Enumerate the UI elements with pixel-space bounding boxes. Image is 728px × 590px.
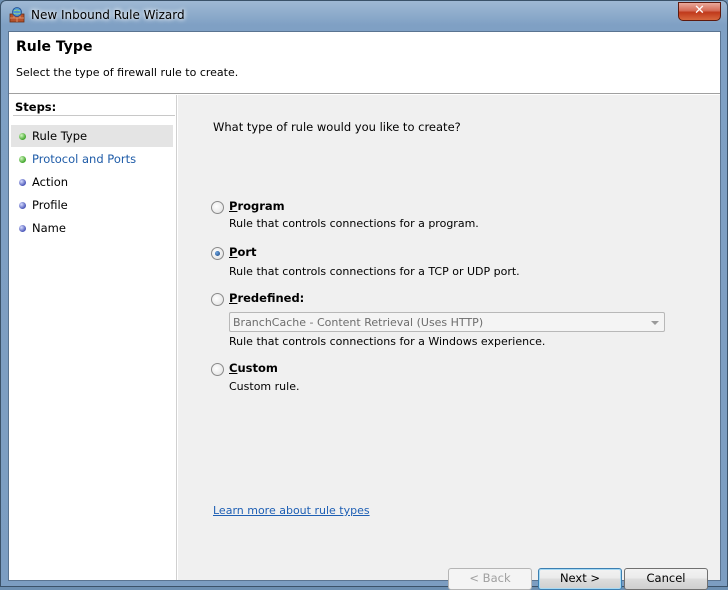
step-protocol-and-ports[interactable]: Protocol and Ports: [11, 148, 173, 170]
predefined-option-label[interactable]: Predefined:: [229, 291, 304, 305]
port-description: Rule that controls connections for a TCP…: [229, 265, 520, 278]
wizard-client-area: Rule Type Select the type of firewall ru…: [8, 31, 721, 590]
step-label: Protocol and Ports: [32, 152, 137, 166]
predefined-description: Rule that controls connections for a Win…: [229, 335, 546, 348]
port-label-rest: ort: [237, 245, 257, 259]
program-radio[interactable]: [211, 201, 224, 214]
program-option-label[interactable]: Program: [229, 199, 285, 213]
step-pending-icon: [19, 225, 26, 232]
wizard-window: New Inbound Rule Wizard ✕ Rule Type Sele…: [0, 0, 728, 590]
title-bar[interactable]: New Inbound Rule Wizard ✕: [1, 1, 727, 29]
step-label: Profile: [32, 198, 68, 212]
step-label: Name: [32, 221, 66, 235]
page-title: Rule Type: [16, 39, 93, 55]
custom-description: Custom rule.: [229, 380, 300, 393]
step-rule-type[interactable]: Rule Type: [11, 125, 173, 147]
main-panel: What type of rule would you like to crea…: [178, 95, 720, 590]
custom-label-rest: ustom: [237, 361, 278, 375]
port-option-label[interactable]: Port: [229, 245, 257, 259]
step-label: Action: [32, 175, 69, 189]
learn-more-link[interactable]: Learn more about rule types: [213, 504, 370, 517]
step-name: Name: [11, 217, 173, 239]
program-label-rest: rogram: [237, 199, 285, 213]
close-icon: ✕: [694, 3, 705, 18]
predefined-select[interactable]: BranchCache - Content Retrieval (Uses HT…: [229, 312, 665, 332]
predefined-radio[interactable]: [211, 293, 224, 306]
predefined-select-value: BranchCache - Content Retrieval (Uses HT…: [233, 316, 484, 329]
chevron-down-icon[interactable]: [651, 321, 659, 325]
custom-option-label[interactable]: Custom: [229, 361, 278, 375]
step-profile: Profile: [11, 194, 173, 216]
port-radio[interactable]: [211, 247, 224, 260]
steps-divider: [13, 115, 175, 116]
close-button[interactable]: ✕: [678, 2, 721, 21]
program-description: Rule that controls connections for a pro…: [229, 217, 479, 230]
window-title: New Inbound Rule Wizard: [31, 8, 185, 22]
rule-type-question: What type of rule would you like to crea…: [213, 120, 461, 134]
step-label: Rule Type: [32, 129, 88, 143]
custom-radio[interactable]: [211, 363, 224, 376]
wizard-header: Rule Type Select the type of firewall ru…: [9, 32, 720, 94]
step-complete-icon: [19, 133, 26, 140]
page-description: Select the type of firewall rule to crea…: [16, 66, 239, 79]
steps-panel: Steps: Rule Type Protocol and Ports Acti…: [9, 95, 177, 580]
predefined-label-rest: redefined:: [237, 291, 305, 305]
step-pending-icon: [19, 179, 26, 186]
step-complete-icon: [19, 156, 26, 163]
firewall-icon: [9, 7, 25, 23]
step-pending-icon: [19, 202, 26, 209]
steps-title: Steps:: [15, 100, 57, 114]
step-action: Action: [11, 171, 173, 193]
